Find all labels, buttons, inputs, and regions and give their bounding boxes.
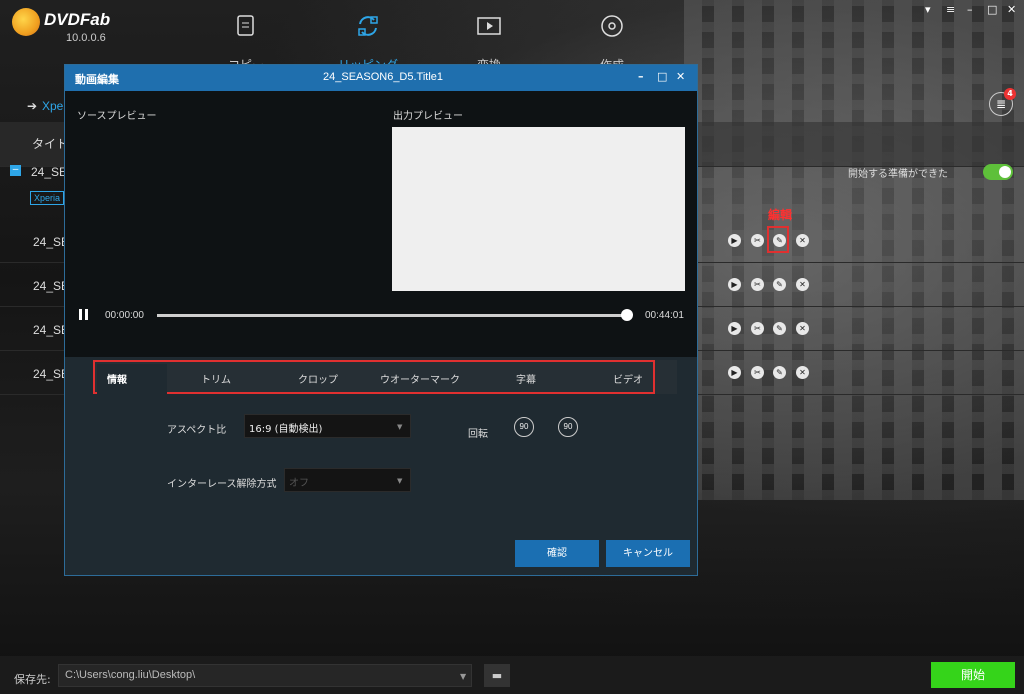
minimize-icon[interactable]: –	[967, 3, 973, 16]
save-path-dropdown-icon[interactable]: ▼	[460, 672, 466, 681]
rotate-left-icon[interactable]: 90	[514, 417, 534, 437]
video-edit-dialog: 動画編集 24_SEASON6_D5.Title1 – □ ✕ ソースプレビュー…	[64, 64, 698, 576]
title-column-header: タイト	[32, 137, 69, 151]
ready-toggle[interactable]	[983, 164, 1013, 180]
tab-info[interactable]: 情報	[107, 371, 127, 386]
dialog-file-name: 24_SEASON6_D5.Title1	[323, 71, 444, 83]
deinterlace-select[interactable]: オフ	[284, 468, 411, 492]
folder-icon[interactable]: ▬	[484, 664, 510, 687]
trim-icon[interactable]: ✂	[751, 278, 764, 291]
tab-watermark[interactable]: ウオーターマーク	[380, 371, 460, 386]
edit-tab-bar: 情報 トリム クロップ ウオーターマーク 字幕 ビデオ	[93, 360, 655, 394]
play-icon[interactable]: ▶	[728, 366, 741, 379]
tab-crop[interactable]: クロップ	[298, 371, 338, 386]
document-icon	[237, 15, 254, 36]
dialog-minimize-icon[interactable]: –	[638, 70, 644, 83]
confirm-button[interactable]: 確認	[515, 540, 599, 567]
maximize-icon[interactable]: □	[987, 3, 997, 16]
tab-subtitle[interactable]: 字幕	[516, 371, 536, 386]
source-preview-label: ソースプレビュー	[77, 111, 157, 122]
play-icon[interactable]: ▶	[728, 234, 741, 247]
current-time: 00:00:00	[105, 310, 144, 321]
dialog-maximize-icon[interactable]: □	[657, 70, 667, 83]
app-version: 10.0.0.6	[66, 32, 106, 44]
cancel-button[interactable]: キャンセル	[606, 540, 690, 567]
output-preview-screen	[392, 127, 685, 291]
arrow-right-icon[interactable]: ➔	[27, 99, 37, 113]
aspect-ratio-select[interactable]: 16:9 (自動検出)	[244, 414, 411, 438]
seek-bar[interactable]	[157, 314, 627, 317]
edit-icon[interactable]: ✎	[773, 322, 786, 335]
close-icon[interactable]: ✕	[1007, 3, 1016, 16]
output-preview-label: 出力プレビュー	[393, 111, 463, 122]
profile-tag[interactable]: Xperia	[30, 191, 65, 205]
pause-icon[interactable]	[79, 309, 89, 320]
save-path-field[interactable]: C:\Users\cong.liu\Desktop\	[58, 664, 472, 687]
tab-bar-extension	[655, 360, 677, 394]
seek-handle[interactable]	[621, 309, 633, 321]
dialog-close-icon[interactable]: ✕	[676, 70, 685, 83]
play-icon[interactable]: ▶	[728, 278, 741, 291]
video-film-icon	[477, 17, 501, 35]
chevron-down-icon[interactable]: ▼	[397, 423, 402, 431]
menu-icon[interactable]: ≡	[946, 3, 955, 16]
deinterlace-label: インターレース解除方式	[167, 479, 277, 490]
rotate-label: 回転	[468, 429, 488, 440]
dialog-title: 動画編集	[75, 73, 119, 86]
ripper-icon	[358, 16, 378, 36]
edit-annotation-label: 編輯	[768, 208, 793, 222]
tab-trim[interactable]: トリム	[201, 371, 231, 386]
disc-icon	[601, 15, 623, 37]
trim-icon[interactable]: ✂	[751, 366, 764, 379]
trim-icon[interactable]: ✂	[751, 322, 764, 335]
collapse-checkbox[interactable]: –	[10, 165, 21, 176]
skin-icon[interactable]: ▾	[925, 3, 931, 16]
ready-status: 開始する準備ができた	[848, 169, 948, 180]
chevron-down-icon[interactable]: ▼	[397, 477, 402, 485]
start-button[interactable]: 開始	[931, 662, 1015, 688]
remove-icon[interactable]: ✕	[796, 278, 809, 291]
aspect-ratio-label: アスペクト比	[167, 425, 227, 436]
dvdfab-logo-icon	[12, 8, 40, 36]
rotate-right-icon[interactable]: 90	[558, 417, 578, 437]
tab-video[interactable]: ビデオ	[613, 371, 643, 386]
edit-annotation-box	[767, 226, 789, 253]
app-logo-text: DVDFab	[44, 10, 111, 29]
save-to-label: 保存先:	[14, 673, 51, 686]
play-icon[interactable]: ▶	[728, 322, 741, 335]
total-time: 00:44:01	[645, 310, 684, 321]
trim-icon[interactable]: ✂	[751, 234, 764, 247]
edit-icon[interactable]: ✎	[773, 366, 786, 379]
remove-icon[interactable]: ✕	[796, 366, 809, 379]
queue-count-badge: 4	[1004, 88, 1016, 100]
dialog-titlebar: 動画編集 24_SEASON6_D5.Title1 – □ ✕	[65, 65, 697, 91]
remove-icon[interactable]: ✕	[796, 234, 809, 247]
edit-icon[interactable]: ✎	[773, 278, 786, 291]
remove-icon[interactable]: ✕	[796, 322, 809, 335]
